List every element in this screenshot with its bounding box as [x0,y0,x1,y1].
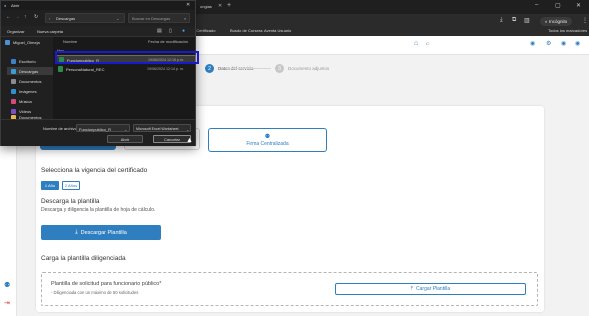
filetype-select[interactable]: Microsoft Excel Worksheet ⌄ [133,124,191,132]
dialog-footer: Nombre de archivo: Funcionpublico_R ⌄ Mi… [1,119,195,146]
firma-label: Firma Centralizada [246,141,289,147]
nav-item[interactable]: Música [7,97,53,105]
video-icon [11,108,16,114]
search-placeholder: Buscar en Descargas [132,16,171,21]
open-button[interactable]: Abrir [107,135,143,143]
organize-button[interactable]: Organizar [7,29,25,34]
logout-icon[interactable]: ⇥ [4,299,10,307]
download-icon [11,68,16,74]
vigencia-title: Selecciona la vigencia del certificado [41,167,148,174]
dialog-file-list: Nombre Fecha de modificación Hoy Funcion… [53,37,196,119]
vigencia-option-2[interactable]: 2 Años [62,181,80,190]
highlight-box [55,51,199,64]
bookmark-item[interactable]: Aventa Usuario [264,28,291,33]
group-icon: ⚉ [264,134,271,140]
new-tab-icon[interactable]: + [227,2,231,9]
tab-title[interactable]: ongias [200,4,212,9]
home-icon[interactable]: ⌂ [414,40,418,47]
account-icon[interactable]: ◉ [530,40,535,47]
filename-input[interactable]: Funcionpublico_R ⌄ [76,124,130,132]
open-file-dialog: ● Abrir ✕ ← → ↑ ↻ › Descargas ⌄ Buscar e… [0,0,196,146]
extensions-icon[interactable]: ⧉ [512,17,516,24]
refresh-icon[interactable]: ↻ [34,14,38,20]
descarga-title: Descarga la plantilla [41,198,100,205]
help-icon[interactable]: ● [182,28,185,34]
column-name[interactable]: Nombre [63,39,77,44]
dialog-search-input[interactable]: Buscar en Descargas ⌕ [128,13,190,23]
back-icon[interactable]: ← [6,14,11,20]
plantilla-label: Plantilla de solicitud para funcionario … [51,281,162,287]
chevron-down-icon[interactable]: ⌄ [116,16,119,21]
notifications-icon[interactable]: ◉ [561,40,566,47]
file-row[interactable]: PersonaNatural_REC 19/06/2024 12:14 p. m… [56,65,196,74]
dialog-command-bar: Organizar Nueva carpeta ▤ ▯ ● [1,26,195,37]
sidepanel-icon[interactable]: ▥ [524,17,530,24]
bookmark-item[interactable]: Busdo de Cursess [230,28,263,33]
breadcrumb: C∙ [426,41,430,46]
descarga-description: Descarga y diligencia la plantilla de ho… [41,207,156,213]
cloud-folder-icon [5,39,10,45]
plantilla-hint: - Diligenciada con un máximo de 50 solic… [51,290,139,295]
carga-title: Carga la plantilla diligenciada [41,255,126,262]
filename-value: Funcionpublico_R [79,126,112,132]
upload-icon: ⤒ [410,286,414,292]
nav-item[interactable]: Documentos [7,77,53,85]
maximize-icon[interactable]: ▢ [555,2,561,9]
file-date: 19/06/2024 12:14 p. m. [147,67,184,71]
dialog-address-row: ← → ↑ ↻ › Descargas ⌄ Buscar en Descarga… [1,10,195,26]
nav-item[interactable]: Escritorio [7,57,53,65]
step-3: 3 Documento adjuntos [275,64,329,73]
download-icon[interactable]: ⤓ [500,17,503,24]
dialog-title: Abrir [11,3,20,8]
filetype-value: Microsoft Excel Worksheet [136,126,179,131]
path-text: Descargas [56,16,76,21]
vigencia-option-1[interactable]: 1 Año [41,181,59,190]
preview-pane-icon[interactable]: ▯ [169,28,172,34]
minimize-icon[interactable]: – [535,2,538,8]
firma-centralizada-card[interactable]: ⚉ Firma Centralizada [208,128,327,152]
tab-close-icon[interactable]: ✕ [218,3,222,9]
new-folder-button[interactable]: Nueva carpeta [37,29,63,34]
image-icon [11,88,16,94]
cursor-icon: ▲ [186,137,193,144]
step-number: 2 [205,64,214,73]
dialog-close-icon[interactable]: ✕ [186,2,190,8]
excel-icon [58,66,63,72]
file-name: PersonaNatural_REC [66,67,105,72]
document-icon [11,78,16,84]
chevron-down-icon: ⌄ [186,126,190,132]
path-bar[interactable]: › Descargas ⌄ [45,13,125,23]
nav-item-selected[interactable]: Descargas [7,67,53,75]
dialog-nav-pane: Miguel_Olmeja Escritorio Descargas Docum… [1,37,53,120]
desktop-icon [11,58,16,64]
incognito-chip[interactable]: ◐ Incógnito [540,17,573,26]
window-close-icon[interactable]: ✕ [576,2,581,9]
help-icon[interactable]: ◉ [575,40,580,47]
music-icon [11,98,16,104]
bookmark-folder[interactable]: Todos los marcadores [548,28,587,33]
users-icon[interactable]: ⚉ [4,281,10,289]
nav-item[interactable]: Imágenes [7,87,53,95]
step-number: 3 [275,64,284,73]
step-connector [226,68,271,69]
chrome-icon: ● [4,3,7,8]
nav-item[interactable]: Miguel_Olmeja [1,38,53,46]
chevron-right-icon: › [49,16,51,21]
menu-icon[interactable]: ⋮ [582,17,588,24]
column-date[interactable]: Fecha de modificación [148,39,188,44]
nav-item[interactable]: Videos [7,107,53,115]
search-icon: ⌕ [184,16,187,21]
forward-icon[interactable]: → [15,14,20,20]
descargar-plantilla-button[interactable]: ⤓ Descargar Plantilla [41,225,161,240]
bookmark-item[interactable]: ir Certificado [193,28,215,33]
dialog-titlebar: ● Abrir ✕ [1,1,195,10]
cargar-plantilla-button[interactable]: ⤒ Cargar Plantilla [335,283,526,295]
download-icon: ⤓ [75,229,78,235]
view-icon[interactable]: ▤ [157,28,162,34]
settings-icon[interactable]: ⚙ [546,40,551,47]
up-icon[interactable]: ↑ [24,14,27,20]
step-label: Documento adjuntos [288,66,330,71]
filename-label: Nombre de archivo: [43,126,78,131]
chevron-down-icon[interactable]: ⌄ [124,127,127,132]
